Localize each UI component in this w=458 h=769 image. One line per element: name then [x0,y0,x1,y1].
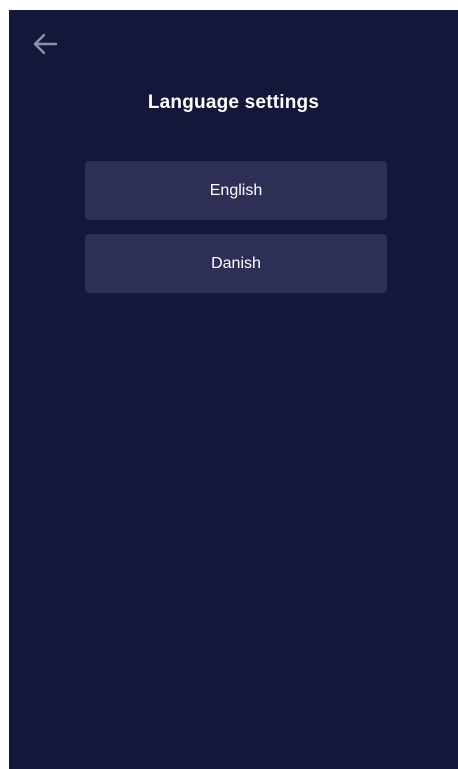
language-option-label: Danish [211,254,261,272]
language-option-english[interactable]: English [85,161,387,220]
language-option-danish[interactable]: Danish [85,234,387,293]
page-title: Language settings [147,92,320,113]
language-list: English Danish [85,161,387,307]
arrow-left-icon [32,32,58,56]
language-option-label: English [209,181,263,199]
back-button[interactable] [29,30,61,58]
language-settings-screen: Language settings English Danish [9,10,458,769]
